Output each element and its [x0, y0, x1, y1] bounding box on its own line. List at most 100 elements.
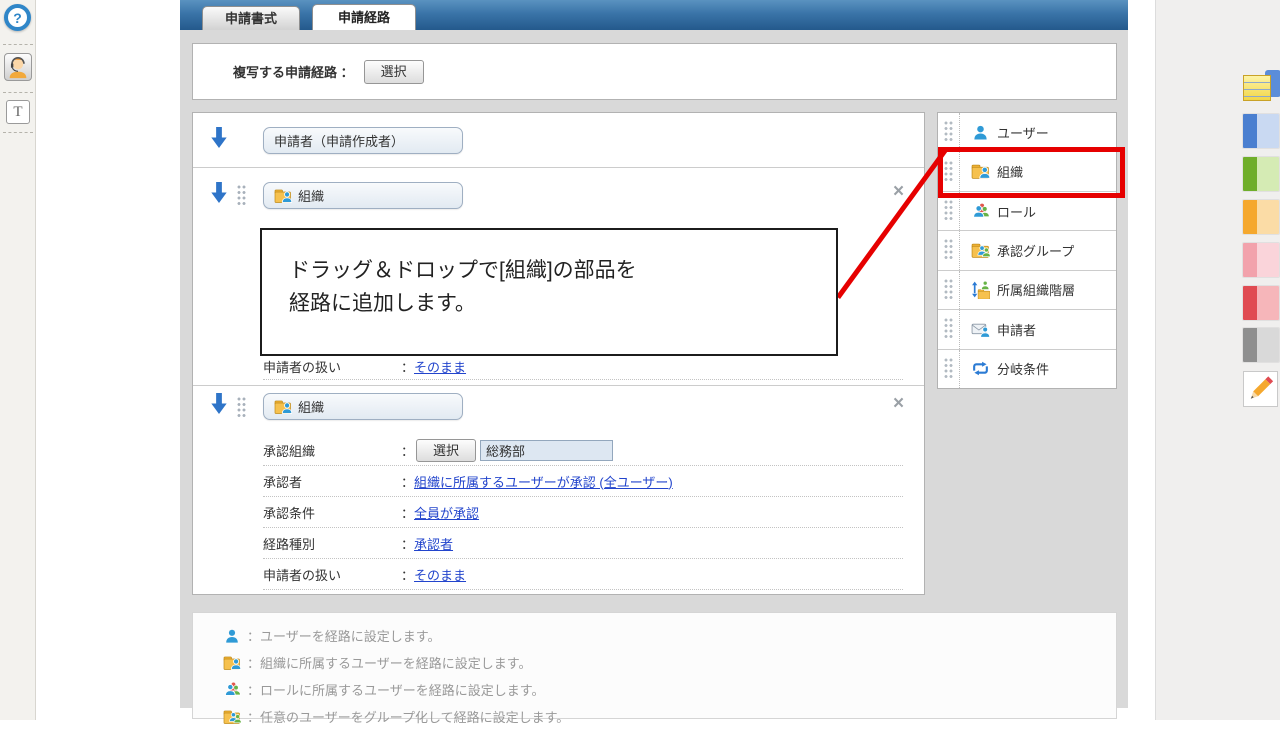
- pencil-icon[interactable]: [1243, 371, 1278, 407]
- sticky-note-icon[interactable]: [1243, 70, 1280, 108]
- org-icon: [274, 187, 293, 205]
- copy-route-panel: 複写する申請経路 ： 選択: [192, 43, 1117, 100]
- palette-item-label: 組織: [997, 165, 1024, 181]
- operator-icon[interactable]: [4, 53, 32, 81]
- divider: [193, 385, 924, 386]
- down-arrow-icon: [210, 392, 228, 415]
- drag-handle[interactable]: [237, 397, 247, 419]
- legend-item: ：任意のユーザーをグループ化して経路に設定します。: [223, 703, 1116, 730]
- approval-group-icon: [971, 241, 991, 260]
- colon: ：: [401, 567, 415, 583]
- red-note-swatch[interactable]: [1243, 286, 1279, 320]
- palette-item-label: 申請者: [997, 322, 1037, 338]
- drag-handle[interactable]: [938, 310, 960, 349]
- parts-palette: ユーザー 組織 ロール 承認グループ 所属組織階層 申請者 分岐条件: [937, 112, 1117, 389]
- swatch-light: [1257, 200, 1279, 234]
- palette-item-applicant[interactable]: 申請者: [938, 310, 1116, 350]
- role-icon: [971, 202, 990, 221]
- drag-handle[interactable]: [938, 270, 960, 310]
- swatch-dark: [1243, 286, 1258, 320]
- field-applicant-handling: 申請者の扱い ： そのまま: [263, 559, 903, 590]
- field-approver: 承認者 ： 組織に所属するユーザーが承認 (全ユーザー): [263, 466, 903, 497]
- applicant-step-button[interactable]: 申請者（申請作成者）: [263, 127, 463, 154]
- org-step-button[interactable]: 組織: [263, 182, 463, 209]
- pink-note-swatch[interactable]: [1243, 243, 1279, 277]
- sticky-note-front: [1243, 75, 1271, 101]
- route-type-link[interactable]: 承認者: [414, 534, 453, 553]
- down-arrow-icon: [210, 126, 228, 149]
- colon: ：: [401, 505, 415, 521]
- orange-note-swatch[interactable]: [1243, 200, 1279, 234]
- field-label: 承認条件: [263, 505, 316, 521]
- operator-glyph: [9, 56, 27, 79]
- palette-item-role[interactable]: ロール: [938, 191, 1116, 232]
- swatch-dark: [1243, 114, 1258, 148]
- palette-item-branch-condition[interactable]: 分岐条件: [938, 349, 1116, 388]
- palette-item-user[interactable]: ユーザー: [938, 113, 1116, 153]
- close-icon[interactable]: ×: [893, 394, 904, 413]
- drag-handle[interactable]: [938, 191, 960, 231]
- approval-condition-link[interactable]: 全員が承認: [414, 503, 479, 522]
- divider: [3, 132, 33, 133]
- legend-text: ：ロールに所属するユーザーを経路に設定します。: [247, 683, 545, 698]
- tab-bar: 申請書式 申請経路: [180, 0, 1128, 30]
- grey-note-swatch[interactable]: [1243, 328, 1279, 362]
- legend-item: ：組織に所属するユーザーを経路に設定します。: [223, 649, 1116, 676]
- approval-group-icon: [223, 708, 242, 726]
- divider: [193, 167, 924, 168]
- close-icon[interactable]: ×: [893, 182, 904, 201]
- swatch-light: [1257, 157, 1279, 191]
- colon: ：: [401, 359, 415, 375]
- swatch-dark: [1243, 328, 1258, 362]
- field-label: 経路種別: [263, 536, 316, 552]
- tab-application-format[interactable]: 申請書式: [202, 6, 300, 30]
- divider: [3, 92, 33, 93]
- org-step-button[interactable]: 組織: [263, 393, 463, 420]
- swatch-dark: [1243, 243, 1258, 277]
- swatch-light: [1257, 286, 1279, 320]
- field-label: 承認組織: [263, 443, 316, 459]
- applicant-handling-link[interactable]: そのまま: [414, 565, 466, 584]
- approver-link[interactable]: 組織に所属するユーザーが承認 (全ユーザー): [414, 472, 673, 491]
- drag-handle[interactable]: [237, 185, 247, 207]
- applicant-step-label: 申請者（申請作成者）: [274, 134, 405, 149]
- tab-application-route[interactable]: 申請経路: [312, 4, 416, 30]
- legend-item: ：ユーザーを経路に設定します。: [223, 622, 1116, 649]
- palette-item-label: 所属組織階層: [997, 283, 1076, 299]
- drag-handle[interactable]: [938, 349, 960, 388]
- pencil-glyph: [1250, 376, 1274, 399]
- blue-note-swatch[interactable]: [1243, 114, 1279, 148]
- down-arrow-icon: [210, 181, 228, 204]
- palette-item-approval-group[interactable]: 承認グループ: [938, 231, 1116, 271]
- drag-handle[interactable]: [938, 152, 960, 191]
- approval-org-input[interactable]: [480, 439, 614, 461]
- drag-handle[interactable]: [938, 231, 960, 270]
- green-note-swatch[interactable]: [1243, 157, 1279, 191]
- help-icon[interactable]: ?: [4, 4, 31, 31]
- instruction-callout: ドラッグ＆ドロップで[組織]の部品を 経路に追加します。: [260, 228, 838, 356]
- user-icon: [223, 627, 241, 645]
- annotation-toolbar: [1155, 0, 1280, 720]
- swatch-light: [1257, 243, 1279, 277]
- field-applicant-handling: 申請者の扱い ： そのまま: [263, 353, 903, 380]
- role-icon: [223, 681, 241, 699]
- palette-item-org[interactable]: 組織: [938, 152, 1116, 192]
- palette-item-org-hierarchy[interactable]: 所属組織階層: [938, 270, 1116, 311]
- text-tool-icon[interactable]: T: [6, 100, 30, 124]
- org-icon: [223, 654, 242, 672]
- branch-condition-icon: [971, 359, 990, 378]
- colon: ：: [401, 474, 415, 490]
- copy-route-label: 複写する申請経路: [233, 65, 338, 80]
- field-approval-condition: 承認条件 ： 全員が承認: [263, 497, 903, 528]
- applicant-handling-link[interactable]: そのまま: [414, 357, 466, 376]
- approval-org-select-button[interactable]: 選択: [416, 438, 477, 462]
- swatch-dark: [1243, 157, 1258, 191]
- drag-handle[interactable]: [938, 113, 960, 152]
- copy-route-select-button[interactable]: 選択: [363, 59, 424, 84]
- colon: ：: [340, 65, 354, 80]
- legend-text: ：組織に所属するユーザーを経路に設定します。: [247, 656, 532, 671]
- legend-panel: ：ユーザーを経路に設定します。 ：組織に所属するユーザーを経路に設定します。 ：…: [192, 612, 1117, 725]
- divider: [3, 44, 33, 45]
- legend-text: ：任意のユーザーをグループ化して経路に設定します。: [247, 710, 570, 725]
- palette-item-label: ロール: [997, 204, 1037, 220]
